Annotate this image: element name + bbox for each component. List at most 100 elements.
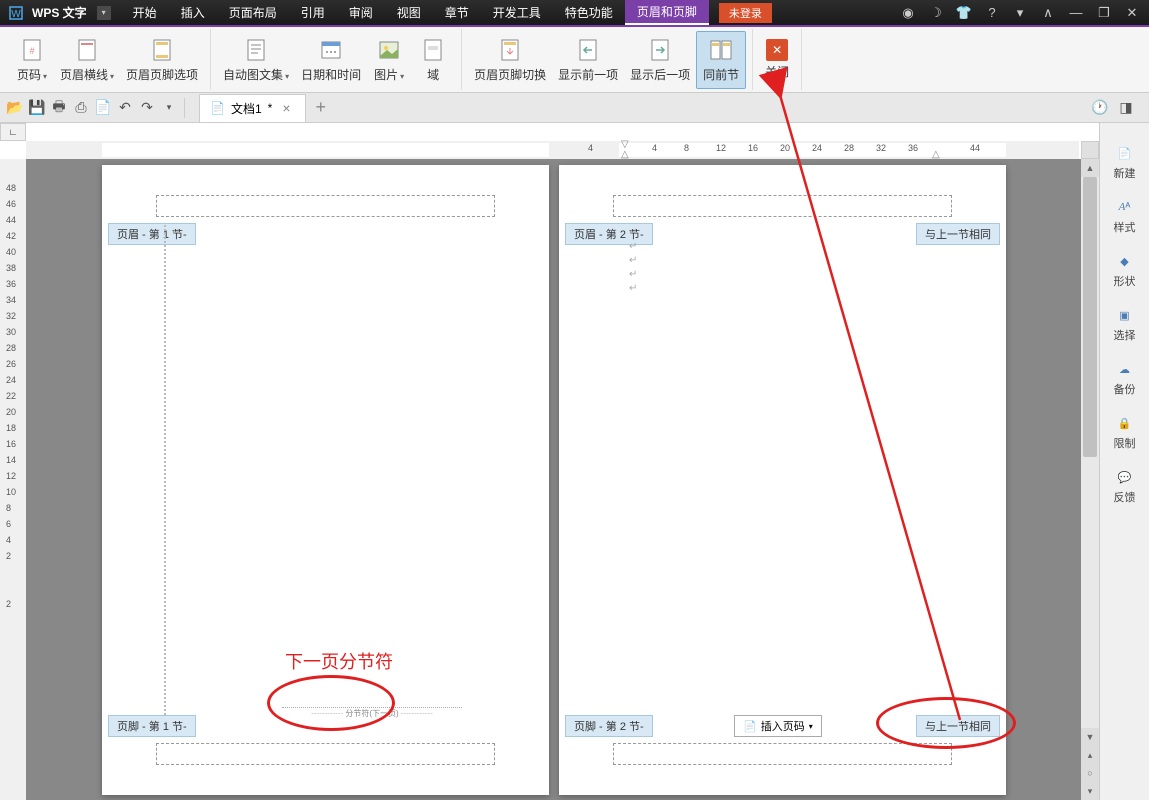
minimize-icon[interactable]: — xyxy=(1067,4,1085,22)
tab-section[interactable]: 章节 xyxy=(433,0,481,25)
close-hf-button[interactable]: ✕ 关闭 xyxy=(759,31,795,89)
select-icon: ▣ xyxy=(1113,305,1137,325)
open-icon[interactable]: 📂 xyxy=(4,97,26,119)
skin-icon[interactable]: 👕 xyxy=(955,4,973,22)
panel-collapse-icon[interactable] xyxy=(1081,141,1099,159)
undo-icon[interactable]: ↶ xyxy=(114,97,136,119)
moon-icon[interactable]: ☽ xyxy=(927,4,945,22)
help-icon[interactable]: ? xyxy=(983,4,1001,22)
tab-layout[interactable]: 页面布局 xyxy=(217,0,289,25)
vertical-scrollbar[interactable]: ▲ ▼ ▴ ○ ▾ xyxy=(1081,159,1099,800)
backup-icon: ☁ xyxy=(1113,359,1137,379)
picture-button[interactable]: 图片▾ xyxy=(367,31,411,89)
feedback-icon: 💬 xyxy=(1113,467,1137,487)
date-time-button[interactable]: 日期和时间 xyxy=(295,31,367,89)
same-as-prev-icon xyxy=(705,36,737,64)
app-menu-dropdown[interactable]: ▾ xyxy=(97,6,111,20)
scroll-thumb[interactable] xyxy=(1083,177,1097,457)
ribbon: # 页码▾ 页眉横线▾ 页眉页脚选项 自动图文集▾ 日期和时间 图片▾ 域 xyxy=(0,27,1149,93)
header-footer-options-button[interactable]: 页眉页脚选项 xyxy=(120,31,204,89)
tab-header-footer[interactable]: 页眉和页脚 xyxy=(625,0,709,25)
field-button[interactable]: 域 xyxy=(411,31,455,89)
add-tab-icon[interactable]: + xyxy=(316,97,327,118)
show-next-icon xyxy=(644,36,676,64)
insert-page-number-button[interactable]: 📄 插入页码 ▾ xyxy=(734,715,822,737)
login-badge[interactable]: 未登录 xyxy=(719,3,772,23)
page1-header-region[interactable] xyxy=(156,195,495,217)
rp-feedback[interactable]: 💬 反馈 xyxy=(1113,467,1137,505)
scroll-down-icon[interactable]: ▼ xyxy=(1081,728,1099,746)
page-number-button[interactable]: # 页码▾ xyxy=(10,31,54,89)
close-icon: ✕ xyxy=(766,39,788,61)
save-icon[interactable]: 💾 xyxy=(26,97,48,119)
shape-icon: ◆ xyxy=(1113,251,1137,271)
page1-header-label: 页眉 - 第 1 节- xyxy=(108,223,196,245)
print-direct-icon[interactable]: 📄 xyxy=(92,97,114,119)
print-icon[interactable]: 🖶 xyxy=(48,97,70,119)
picture-icon xyxy=(373,36,405,64)
page-number-icon: # xyxy=(16,36,48,64)
doc-tab-close-icon[interactable]: × xyxy=(278,100,294,116)
page2-header-label: 页眉 - 第 2 节- xyxy=(565,223,653,245)
clock-icon[interactable]: 🕐 xyxy=(1089,97,1111,119)
horizontal-ruler[interactable]: 4 4 8 12 16 20 24 28 32 36 44 ▽ △ △ xyxy=(26,141,1079,159)
page-2: 页眉 - 第 2 节- 与上一节相同 ↵ ↵ ↵ ↵ ↵ 页脚 - 第 2 节-… xyxy=(559,165,1006,795)
page2-footer-region[interactable] xyxy=(613,743,952,765)
tab-start[interactable]: 开始 xyxy=(121,0,169,25)
scroll-up-icon[interactable]: ▲ xyxy=(1081,159,1099,177)
page-num-icon: 📄 xyxy=(743,720,757,733)
style-icon: Aᴬ xyxy=(1113,197,1137,217)
help-dd-icon[interactable]: ▾ xyxy=(1011,4,1029,22)
page1-footer-region[interactable] xyxy=(156,743,495,765)
rp-shape[interactable]: ◆ 形状 xyxy=(1113,251,1137,289)
ruler-corner[interactable]: ∟ xyxy=(0,123,26,141)
vertical-ruler[interactable]: 48 46 44 42 40 38 36 34 32 30 28 26 24 2… xyxy=(0,159,26,800)
menu-tabs: 开始 插入 页面布局 引用 审阅 视图 章节 开发工具 特色功能 页眉和页脚 未… xyxy=(121,0,772,25)
collapse-ribbon-icon[interactable]: ∧ xyxy=(1039,4,1057,22)
page2-footer-label: 页脚 - 第 2 节- xyxy=(565,715,653,737)
qa-dd-icon[interactable]: ▾ xyxy=(158,97,180,119)
doc-tab[interactable]: 📄 文档1 * × xyxy=(199,94,306,122)
rp-new[interactable]: 📄 新建 xyxy=(1113,143,1137,181)
document-area[interactable]: 页眉 - 第 1 节- ↵ ┄┄┄┄ 分节符(下一页) ┄┄┄┄ 页脚 - 第 … xyxy=(26,159,1099,800)
close-window-icon[interactable]: ✕ xyxy=(1123,4,1141,22)
tab-insert[interactable]: 插入 xyxy=(169,0,217,25)
page2-header-region[interactable] xyxy=(613,195,952,217)
same-as-prev-button[interactable]: 同前节 xyxy=(696,31,746,89)
tab-devtools[interactable]: 开发工具 xyxy=(481,0,553,25)
next-page-icon[interactable]: ▾ xyxy=(1081,782,1099,800)
tab-review[interactable]: 审阅 xyxy=(337,0,385,25)
browse-icon[interactable]: ○ xyxy=(1081,764,1099,782)
page2-footer-same-label: 与上一节相同 xyxy=(916,715,1000,737)
limit-icon: 🔒 xyxy=(1113,413,1137,433)
prev-page-icon[interactable]: ▴ xyxy=(1081,746,1099,764)
restore-icon[interactable]: ❐ xyxy=(1095,4,1113,22)
autotext-button[interactable]: 自动图文集▾ xyxy=(217,31,295,89)
show-next-button[interactable]: 显示后一项 xyxy=(624,31,696,89)
title-bar: W WPS 文字 ▾ 开始 插入 页面布局 引用 审阅 视图 章节 开发工具 特… xyxy=(0,0,1149,27)
rp-select[interactable]: ▣ 选择 xyxy=(1113,305,1137,343)
hf-switch-icon xyxy=(494,36,526,64)
autotext-icon xyxy=(240,36,272,64)
doc-tab-name: 文档1 xyxy=(231,100,262,117)
rp-backup[interactable]: ☁ 备份 xyxy=(1113,359,1137,397)
hf-options-icon xyxy=(146,36,178,64)
calendar-icon xyxy=(315,36,347,64)
print-preview-icon[interactable]: ⎙ xyxy=(70,97,92,119)
svg-text:#: # xyxy=(29,46,34,56)
redo-icon[interactable]: ↷ xyxy=(136,97,158,119)
tab-reference[interactable]: 引用 xyxy=(289,0,337,25)
rp-limit[interactable]: 🔒 限制 xyxy=(1113,413,1137,451)
hf-switch-button[interactable]: 页眉页脚切换 xyxy=(468,31,552,89)
tab-view[interactable]: 视图 xyxy=(385,0,433,25)
page1-footer-label: 页脚 - 第 1 节- xyxy=(108,715,196,737)
panel-toggle-icon[interactable]: ◨ xyxy=(1115,97,1137,119)
tab-special[interactable]: 特色功能 xyxy=(553,0,625,25)
new-doc-icon: 📄 xyxy=(1113,143,1137,163)
show-prev-button[interactable]: 显示前一项 xyxy=(552,31,624,89)
app-logo-icon: W xyxy=(6,3,26,23)
rp-style[interactable]: Aᴬ 样式 xyxy=(1113,197,1137,235)
quick-access-bar: 📂 💾 🖶 ⎙ 📄 ↶ ↷ ▾ 📄 文档1 * × + 🕐 ◨ xyxy=(0,93,1149,123)
sync-icon[interactable]: ◉ xyxy=(899,4,917,22)
header-line-button[interactable]: 页眉横线▾ xyxy=(54,31,120,89)
